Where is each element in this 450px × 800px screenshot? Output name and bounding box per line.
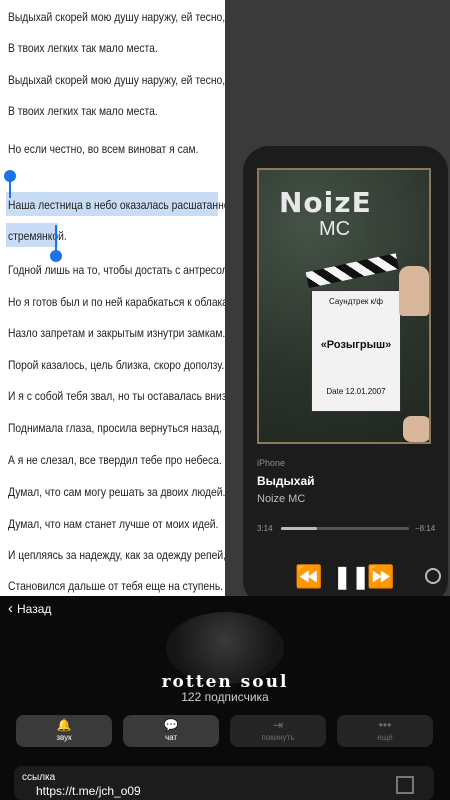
more-button[interactable]: ••• ещё: [337, 715, 433, 747]
back-button[interactable]: ‹ Назад: [8, 600, 51, 617]
lyric-line: Поднимала глаза, просила вернуться назад…: [8, 421, 223, 435]
elapsed-time: 3:14: [257, 524, 273, 533]
button-label: ещё: [377, 733, 393, 742]
leave-button[interactable]: ⇥ покинуть: [230, 715, 326, 747]
clapper-text: «Розыгрыш»: [320, 339, 392, 351]
chevron-left-icon: ‹: [8, 600, 13, 617]
lyric-line: Думал, что сам могу решать за двоих люде…: [8, 485, 225, 499]
lyric-line: В твоих легких так мало места.: [8, 41, 158, 55]
cover-subtitle: MC: [319, 218, 351, 240]
lyric-line-selected[interactable]: стремянкой.: [8, 228, 67, 244]
previous-icon[interactable]: ⏪: [295, 564, 322, 590]
lyric-line: Становился дальше от тебя еще на ступень…: [8, 579, 224, 593]
selection-end-handle[interactable]: [50, 250, 62, 262]
lyric-line: Порой казалось, цель близка, скоро допол…: [8, 358, 225, 372]
lyric-line: Думал, что нам станет лучше от моих идей…: [8, 517, 219, 531]
lyric-line: Но если честно, во всем виноват я сам.: [8, 142, 199, 156]
phone-frame: NoizE MC Саундтрек к/ф «Розыгрыш» Date 1…: [243, 146, 448, 600]
lyric-line: Выдыхай скорей мою душу наружу, ей тесно…: [8, 10, 225, 24]
remaining-time: −8:14: [415, 524, 436, 533]
leave-icon: ⇥: [272, 718, 284, 732]
lyric-line: Но я готов был и по ней карабкаться к об…: [8, 295, 225, 309]
airplay-icon[interactable]: [425, 568, 441, 584]
song-title: Выдыхай: [257, 474, 315, 488]
selection-end-stem: [55, 225, 57, 251]
qr-code-icon[interactable]: [396, 776, 414, 794]
clapper-text: Саундтрек к/ф: [329, 297, 383, 306]
pause-icon[interactable]: ❚❚: [333, 564, 370, 590]
back-label: Назад: [17, 602, 52, 616]
button-label: покинуть: [261, 733, 295, 742]
lyric-line: Выдыхай скорей мою душу наружу, ей тесно…: [8, 73, 225, 87]
bell-icon: 🔔: [56, 718, 72, 732]
artist-name: Noize MC: [257, 493, 306, 505]
lyric-line: И цепляясь за надежду, как за одежду реп…: [8, 548, 225, 562]
playback-source: iPhone: [257, 458, 286, 468]
chat-button[interactable]: 💬 чат: [123, 715, 219, 747]
hand-image: [403, 416, 429, 442]
mute-button[interactable]: 🔔 звук: [16, 715, 112, 747]
subscriber-count: 122 подписчика: [181, 690, 269, 704]
button-label: звук: [56, 733, 72, 742]
link-url[interactable]: https://t.me/jch_o09: [36, 784, 141, 798]
lyrics-panel: Выдыхай скорей мою душу наружу, ей тесно…: [0, 0, 225, 600]
selection-start-stem: [9, 180, 11, 198]
button-label: чат: [164, 733, 178, 742]
lyric-line: Назло запретам и закрытым изнутри замкам…: [8, 326, 225, 340]
link-label: ссылка: [22, 772, 56, 783]
cover-title: NoizE: [279, 186, 372, 219]
lyric-line: В твоих легких так мало места.: [8, 104, 158, 118]
lyric-line: А я не слезал, все твердил тебе про небе…: [8, 453, 222, 467]
chat-icon: 💬: [163, 718, 179, 732]
next-icon[interactable]: ⏩: [367, 564, 394, 590]
more-icon: •••: [378, 718, 392, 732]
lyric-line-selected[interactable]: Наша лестница в небо оказалась расшатанн…: [8, 197, 225, 213]
album-cover: NoizE MC Саундтрек к/ф «Розыгрыш» Date 1…: [257, 168, 431, 444]
progress-fill: [281, 527, 317, 530]
progress-bar[interactable]: [281, 527, 409, 530]
lyric-line: И я с собой тебя звал, но ты оставалась …: [8, 389, 225, 403]
player-screenshot: NoizE MC Саундтрек к/ф «Розыгрыш» Date 1…: [225, 0, 450, 600]
clapperboard: Саундтрек к/ф «Розыгрыш» Date 12.01.2007: [311, 290, 401, 412]
hand-image: [399, 266, 429, 316]
clapper-text: Date 12.01.2007: [326, 387, 386, 396]
lyric-line: Годной лишь на то, чтобы достать с антре…: [8, 263, 225, 277]
channel-name: rotten soul: [161, 672, 289, 692]
